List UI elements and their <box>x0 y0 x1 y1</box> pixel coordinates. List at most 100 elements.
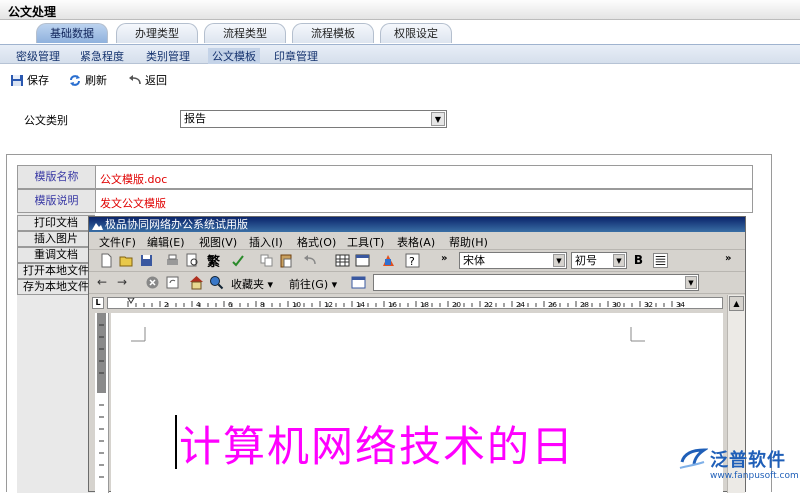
subnav-doc-template[interactable]: 公文模板 <box>208 48 260 64</box>
subnav-category[interactable]: 类别管理 <box>146 48 190 64</box>
tab-flow-type[interactable]: 流程类型 <box>204 23 286 43</box>
address-input[interactable]: ▼ <box>373 274 699 291</box>
app-icon <box>92 223 103 230</box>
reload-page-icon[interactable] <box>165 275 180 290</box>
category-row: 公文类别 报告 ▼ <box>0 104 800 132</box>
menu-edit[interactable]: 编辑(E) <box>147 234 185 250</box>
traditional-chinese-button[interactable]: 繁 <box>207 251 225 270</box>
chevron-down-icon[interactable]: ▼ <box>685 276 697 289</box>
ruler-label: 30 <box>612 301 621 309</box>
indent-marker-icon[interactable] <box>127 298 135 304</box>
menu-format[interactable]: 格式(O) <box>297 234 336 250</box>
window-title: 公文处理 <box>8 5 57 19</box>
vertical-ruler <box>95 313 109 493</box>
scroll-up-icon[interactable]: ▲ <box>729 296 744 311</box>
drawing-icon[interactable] <box>381 253 396 268</box>
align-justify-icon[interactable] <box>653 253 668 268</box>
save-button[interactable]: 保存 <box>10 72 49 88</box>
home-icon[interactable] <box>189 275 204 290</box>
subnav-seal[interactable]: 印章管理 <box>274 48 318 64</box>
open-folder-icon[interactable] <box>119 253 134 268</box>
font-family-select[interactable]: 宋体 ▼ <box>459 252 567 269</box>
vertical-ruler-scale <box>97 313 106 478</box>
ruler-label: 28 <box>580 301 589 309</box>
save-icon <box>11 74 23 86</box>
save-local-file-button[interactable]: 存为本地文件 <box>17 279 95 295</box>
menu-help[interactable]: 帮助(H) <box>449 234 488 250</box>
refresh-label: 刷新 <box>85 74 107 87</box>
more-tools-icon[interactable]: » <box>725 253 737 268</box>
svg-text:?: ? <box>409 255 415 268</box>
forward-arrow-icon[interactable]: → <box>117 275 132 290</box>
menu-tools[interactable]: 工具(T) <box>347 234 384 250</box>
ruler-label: 16 <box>388 301 397 309</box>
print-icon[interactable] <box>165 253 180 268</box>
template-name-row: 模版名称 公文模版.doc <box>17 165 753 189</box>
ruler-label: 8 <box>260 301 264 309</box>
category-label: 公文类别 <box>24 114 68 127</box>
chevron-down-icon[interactable]: ▼ <box>431 112 445 126</box>
print-preview-icon[interactable] <box>185 253 200 268</box>
menu-file[interactable]: 文件(F) <box>99 234 136 250</box>
category-value: 报告 <box>184 112 206 125</box>
ruler-label: 26 <box>548 301 557 309</box>
word-editor: 极品协同网络办公系统试用版 文件(F) 编辑(E) 视图(V) 插入(I) 格式… <box>88 216 746 493</box>
document-body-text[interactable]: 计算机网络技术的日 <box>179 413 575 474</box>
show-only-web-toolbar-icon[interactable] <box>351 275 366 290</box>
tab-stop-selector-icon[interactable]: L <box>92 297 104 309</box>
horizontal-ruler[interactable]: L 2 4 6 8 10 12 14 16 18 20 22 24 26 28 30 32 34 <box>89 295 745 311</box>
search-web-icon[interactable] <box>209 275 224 290</box>
refresh-button[interactable]: 刷新 <box>68 72 107 88</box>
editor-title-bar: 极品协同网络办公系统试用版 <box>89 217 745 232</box>
new-doc-icon[interactable] <box>99 253 114 268</box>
goto-menu[interactable]: 前往(G) ▾ <box>289 276 337 292</box>
help-icon[interactable]: ? <box>405 253 420 268</box>
reload-doc-button[interactable]: 重调文档 <box>17 247 95 263</box>
favorites-label: 收藏夹 <box>231 278 264 291</box>
copy-icon[interactable] <box>259 253 274 268</box>
bold-button[interactable]: B <box>631 253 646 268</box>
sub-nav: 密级管理 紧急程度 类别管理 公文模板 印章管理 <box>0 44 800 64</box>
ruler-label: 20 <box>452 301 461 309</box>
refresh-icon <box>70 74 80 86</box>
tab-permissions[interactable]: 权限设定 <box>380 23 452 43</box>
ruler-label: 32 <box>644 301 653 309</box>
insert-image-button[interactable]: 插入图片 <box>17 231 95 247</box>
insert-table-icon[interactable] <box>335 253 350 268</box>
undo-icon[interactable] <box>303 253 318 268</box>
spellcheck-icon[interactable] <box>231 253 246 268</box>
back-button[interactable]: 返回 <box>128 72 167 88</box>
columns-icon[interactable] <box>355 253 370 268</box>
tab-handle-type[interactable]: 办理类型 <box>116 23 198 43</box>
save-icon[interactable] <box>139 253 154 268</box>
favorites-menu[interactable]: 收藏夹 ▾ <box>231 276 273 292</box>
tab-flow-template[interactable]: 流程模板 <box>292 23 374 43</box>
brand-url: www.fanpusoft.com <box>710 471 799 481</box>
menu-view[interactable]: 视图(V) <box>199 234 237 250</box>
template-desc-row: 模版说明 发文公文模版 <box>17 189 753 213</box>
font-size-select[interactable]: 初号 ▼ <box>571 252 627 269</box>
menu-table[interactable]: 表格(A) <box>397 234 435 250</box>
stop-icon[interactable] <box>145 275 160 290</box>
menu-insert[interactable]: 插入(I) <box>249 234 283 250</box>
tab-basic-data[interactable]: 基础数据 <box>36 23 108 43</box>
ruler-label: 10 <box>292 301 301 309</box>
template-desc-label: 模版说明 <box>18 190 96 212</box>
print-doc-button[interactable]: 打印文档 <box>17 215 95 231</box>
save-label: 保存 <box>27 74 49 87</box>
font-size-value: 初号 <box>575 254 597 267</box>
chevron-down-icon[interactable]: ▼ <box>613 254 625 267</box>
subnav-secret-level[interactable]: 密级管理 <box>16 48 60 64</box>
chevron-down-icon[interactable]: ▼ <box>553 254 565 267</box>
back-arrow-icon[interactable]: ← <box>97 275 112 290</box>
open-local-file-button[interactable]: 打开本地文件 <box>17 263 95 279</box>
brand-watermark: 泛普软件 www.fanpusoft.com <box>674 444 800 492</box>
more-tools-icon[interactable]: » <box>441 253 455 268</box>
subnav-urgency[interactable]: 紧急程度 <box>80 48 124 64</box>
paste-icon[interactable] <box>279 253 294 268</box>
main-tabs: 基础数据 办理类型 流程类型 流程模板 权限设定 <box>0 20 800 44</box>
editor-menu-bar: 文件(F) 编辑(E) 视图(V) 插入(I) 格式(O) 工具(T) 表格(A… <box>89 232 745 250</box>
category-select[interactable]: 报告 ▼ <box>180 110 447 128</box>
document-page[interactable]: 计算机网络技术的日 <box>111 313 723 493</box>
ruler-label: 14 <box>356 301 365 309</box>
